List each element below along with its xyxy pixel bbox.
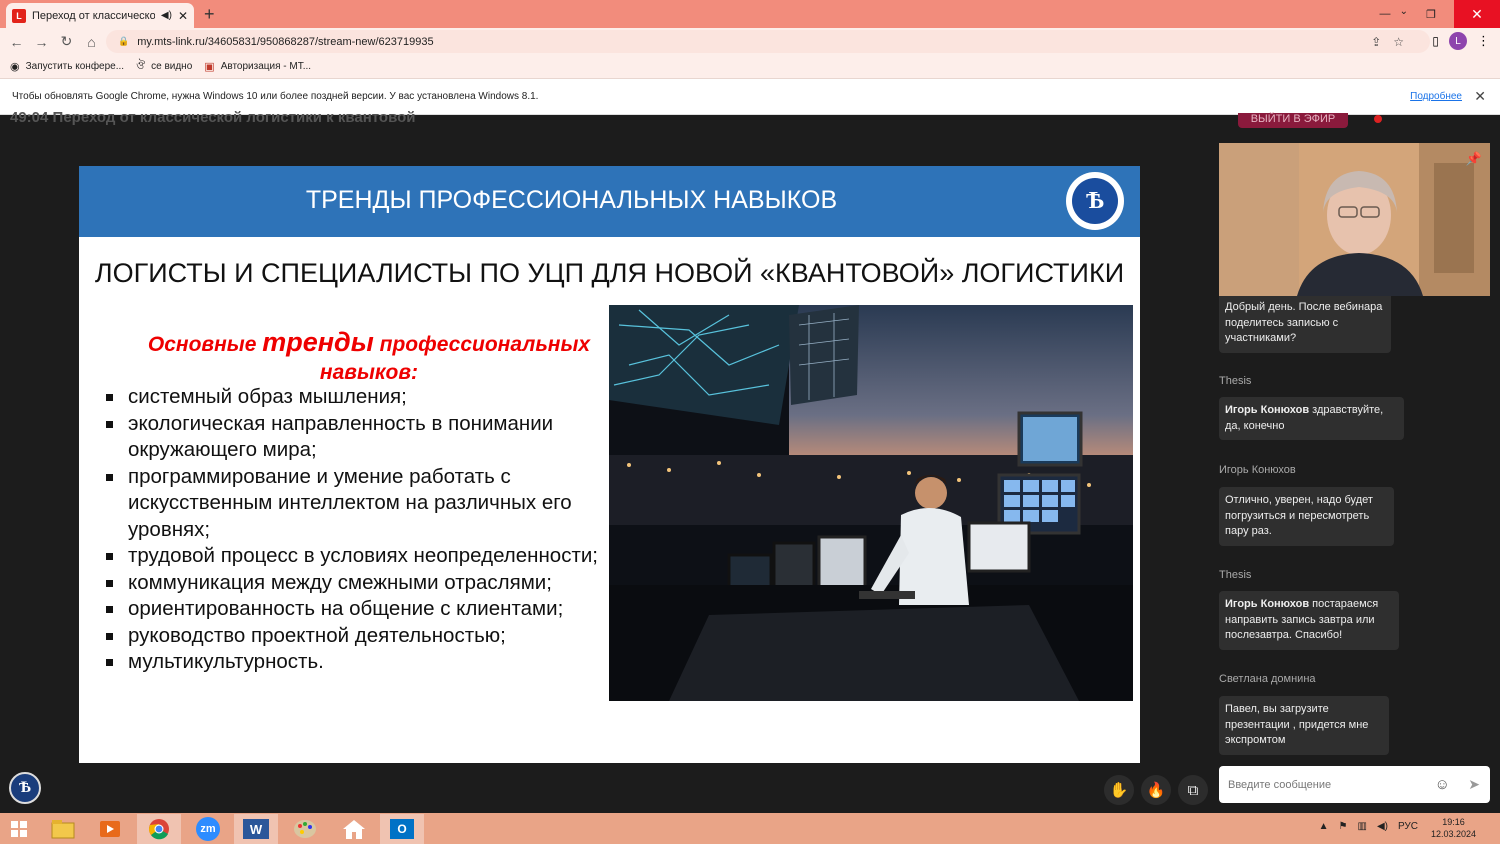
tab-audio-icon[interactable]: ◀)	[161, 10, 172, 21]
browser-tab-bar: L Переход от классической л ◀) ✕ + ⌄ — ❐…	[0, 0, 1500, 28]
chat-input-placeholder: Введите сообщение	[1228, 778, 1332, 791]
bookmark-label: се видно	[151, 61, 193, 72]
chat-author: Thesis	[1219, 569, 1252, 581]
picture-in-picture-button[interactable]: ⧉	[1178, 775, 1208, 805]
media-icon[interactable]	[88, 814, 132, 844]
reload-icon[interactable]: ↻	[54, 33, 79, 50]
paint-icon[interactable]	[283, 814, 327, 844]
url-field[interactable]: 🔒 my.mts-link.ru/34605831/950868287/stre…	[106, 30, 1430, 53]
reaction-fire-button[interactable]: 🔥	[1141, 775, 1171, 805]
trend-item: системный образ мышления;	[105, 384, 605, 411]
slide-subtitle: ЛОГИСТЫ И СПЕЦИАЛИСТЫ ПО УЦП ДЛЯ НОВОЙ «…	[94, 258, 1125, 288]
home-icon[interactable]	[332, 814, 376, 844]
chrome-icon[interactable]	[137, 814, 181, 844]
flag-icon[interactable]: ⚑	[1339, 821, 1348, 832]
back-arrow-icon[interactable]: ←	[4, 34, 29, 50]
trend-item: трудовой процесс в условиях неопределенн…	[105, 543, 605, 570]
menu-dots-icon[interactable]: ⋮	[1477, 33, 1490, 49]
bookmark-label: Авторизация - МТ...	[220, 61, 312, 72]
bird-icon: ঔ	[136, 60, 146, 72]
chat-panel: Добрый день. После вебинара поделитесь з…	[1219, 296, 1490, 766]
go-live-button[interactable]: ВЫЙТИ В ЭФИР	[1238, 113, 1348, 128]
profile-avatar[interactable]: L	[1449, 32, 1467, 50]
speaker-video[interactable]: 📌	[1219, 143, 1490, 296]
bookmark-1[interactable]: ◉ Запустить конфере...	[10, 60, 124, 73]
volume-icon[interactable]: ◀)	[1377, 821, 1388, 832]
presentation-slide: ТРЕНДЫ ПРОФЕССИОНАЛЬНЫХ НАВЫКОВ Ѣ ЛОГИСТ…	[79, 166, 1140, 763]
chat-author: Игорь Конюхов	[1219, 464, 1296, 476]
chat-author: Светлана домнина	[1219, 673, 1316, 685]
trend-item: экологическая направленность в понимании…	[105, 411, 605, 464]
forward-arrow-icon[interactable]: →	[29, 34, 54, 50]
more-info-link[interactable]: Подробнее	[1410, 91, 1462, 102]
webinar-title-partial: 49:04 Переход от классической логистики …	[10, 109, 416, 126]
chat-message-input[interactable]: Введите сообщение ☺ ➤	[1219, 766, 1490, 803]
outlook-icon[interactable]: O	[380, 814, 424, 844]
extensions-area: ▯ L ⋮	[1432, 32, 1490, 50]
record-indicator-icon	[1374, 115, 1382, 123]
hse-badge-icon[interactable]: Ѣ	[9, 772, 41, 804]
trends-list: системный образ мышления; экологическая …	[105, 384, 605, 676]
trends-heading: Основные тренды профессиональных навыков…	[147, 327, 591, 384]
send-icon[interactable]: ➤	[1468, 776, 1480, 793]
tab-close-icon[interactable]: ✕	[178, 9, 188, 23]
maximize-button[interactable]: ❐	[1408, 0, 1454, 28]
explorer-icon[interactable]	[41, 814, 85, 844]
language-indicator[interactable]: РУС	[1398, 821, 1418, 832]
close-window-button[interactable]: ✕	[1454, 0, 1500, 28]
globe-icon: ◉	[10, 61, 20, 73]
home-icon[interactable]: ⌂	[79, 34, 104, 50]
pin-icon[interactable]: 📌	[1466, 151, 1482, 167]
control-room-photo	[609, 305, 1133, 701]
emoji-icon[interactable]: ☺	[1435, 776, 1450, 793]
info-message: Чтобы обновлять Google Chrome, нужна Win…	[12, 91, 539, 102]
bookmark-2[interactable]: ঔ се видно	[136, 57, 192, 76]
chat-message: Отлично, уверен, надо будет погрузиться …	[1219, 487, 1394, 546]
raise-hand-button[interactable]: ✋	[1104, 775, 1134, 805]
minimize-button[interactable]: —	[1362, 0, 1408, 28]
start-icon[interactable]	[0, 814, 38, 844]
chat-message: Игорь Конюхов здравствуйте, да, конечно	[1219, 397, 1404, 440]
zoom-icon[interactable]: zm	[186, 814, 230, 844]
lock-icon[interactable]: 🔒	[118, 36, 129, 47]
share-star-icons[interactable]: ⇪☆	[1371, 35, 1416, 49]
tray-chevron-icon[interactable]: ▲	[1319, 821, 1329, 832]
new-tab-button[interactable]: +	[204, 4, 215, 25]
chat-message: Павел, вы загрузите презентации , придет…	[1219, 696, 1389, 755]
chat-message: Игорь Конюхов постараемся направить запи…	[1219, 591, 1399, 650]
network-icon[interactable]: ▥	[1357, 821, 1366, 832]
url-text: my.mts-link.ru/34605831/950868287/stream…	[137, 35, 434, 48]
trend-item: программирование и умение работать с иск…	[105, 464, 605, 544]
slide-title: ТРЕНДЫ ПРОФЕССИОНАЛЬНЫХ НАВЫКОВ	[305, 186, 838, 214]
bookmark-3[interactable]: ▣ Авторизация - МТ...	[204, 60, 311, 73]
tab-title: Переход от классической л	[32, 9, 155, 22]
chat-message: Добрый день. После вебинара поделитесь з…	[1219, 296, 1391, 353]
bookmarks-bar: ◉ Запустить конфере... ঔ се видно ▣ Авто…	[0, 55, 1500, 79]
trend-item: коммуникация между смежными отраслями;	[105, 570, 605, 597]
clock[interactable]: 19:16 12.03.2024	[1431, 816, 1476, 840]
window-controls: — ❐ ✕	[1362, 0, 1500, 28]
trend-item: руководство проектной деятельностью;	[105, 623, 605, 650]
system-tray: ▲ ⚑ ▥ ◀) РУС	[1319, 821, 1418, 832]
close-infobar-icon[interactable]: ✕	[1474, 88, 1486, 105]
clock-time: 19:16	[1442, 817, 1465, 827]
hse-logo-icon: Ѣ	[1066, 172, 1124, 230]
sidepanel-icon[interactable]: ▯	[1432, 34, 1439, 48]
trend-item: мультикультурность.	[105, 649, 605, 676]
bookmark-label: Запустить конфере...	[25, 61, 125, 72]
windows-taskbar: zm W O ▲ ⚑ ▥ ◀) РУС 19:16 12.03.2024	[0, 813, 1500, 844]
mts-link-favicon-icon: L	[12, 8, 26, 23]
trend-item: ориентированность на общение с клиентами…	[105, 596, 605, 623]
lock-icon: ▣	[204, 61, 215, 73]
chat-author: Thesis	[1219, 375, 1252, 387]
slide-header: ТРЕНДЫ ПРОФЕССИОНАЛЬНЫХ НАВЫКОВ Ѣ	[79, 166, 1140, 237]
address-bar: ← → ↻ ⌂ 🔒 my.mts-link.ru/34605831/950868…	[0, 28, 1500, 55]
clock-date: 12.03.2024	[1430, 829, 1476, 839]
browser-tab[interactable]: L Переход от классической л ◀) ✕	[6, 3, 194, 28]
webinar-stage: 49:04 Переход от классической логистики …	[0, 109, 1500, 813]
word-icon[interactable]: W	[234, 814, 278, 844]
